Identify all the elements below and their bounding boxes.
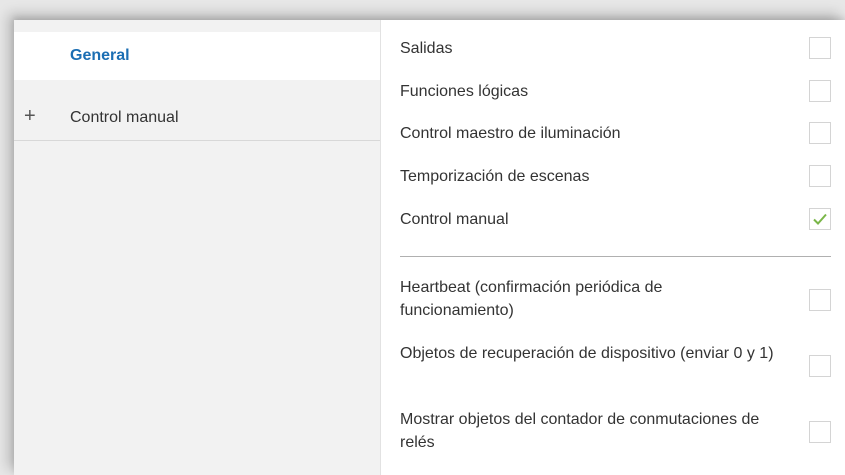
sidebar-item-control-manual[interactable]: + Control manual xyxy=(14,95,380,141)
option-row-salidas: Salidas xyxy=(380,37,845,59)
option-row-heartbeat: Heartbeat (confirmación periódica de fun… xyxy=(380,276,845,324)
options-content: Salidas Funciones lógicas Control maestr… xyxy=(380,20,845,475)
option-row-objetos-recuperacion: Objetos de recuperación de dispositivo (… xyxy=(380,342,845,390)
checkbox-control-manual[interactable] xyxy=(809,208,831,230)
section-divider xyxy=(400,256,831,257)
sidebar-item-label: General xyxy=(70,47,130,64)
checkbox-salidas[interactable] xyxy=(809,37,831,59)
parameters-panel: General + Control manual Salidas Funcion… xyxy=(14,20,845,475)
option-label: Control maestro de iluminación xyxy=(400,125,621,142)
option-label: Heartbeat (confirmación periódica de fun… xyxy=(400,279,663,319)
option-row-control-maestro: Control maestro de iluminación xyxy=(380,122,845,144)
option-label: Salidas xyxy=(400,40,453,57)
sidebar-item-label: Control manual xyxy=(70,108,179,126)
expand-plus-icon[interactable]: + xyxy=(24,105,36,128)
option-label: Objetos de recuperación de dispositivo (… xyxy=(400,345,774,362)
sidebar: General + Control manual xyxy=(14,20,381,475)
option-row-contador-conmutaciones: Mostrar objetos del contador de conmutac… xyxy=(380,408,845,456)
checkbox-control-maestro[interactable] xyxy=(809,122,831,144)
option-label: Control manual xyxy=(400,211,509,228)
checkmark-icon xyxy=(813,213,827,225)
option-row-funciones-logicas: Funciones lógicas xyxy=(380,80,845,102)
option-label: Temporización de escenas xyxy=(400,168,590,185)
checkbox-contador-conmutaciones[interactable] xyxy=(809,421,831,443)
checkbox-funciones-logicas[interactable] xyxy=(809,80,831,102)
option-row-temporizacion: Temporización de escenas xyxy=(380,165,845,187)
checkbox-heartbeat[interactable] xyxy=(809,289,831,311)
sidebar-item-general[interactable]: General xyxy=(14,32,380,80)
option-row-control-manual: Control manual xyxy=(380,208,845,230)
checkbox-objetos-recuperacion[interactable] xyxy=(809,355,831,377)
option-label: Mostrar objetos del contador de conmutac… xyxy=(400,411,760,451)
checkbox-temporizacion[interactable] xyxy=(809,165,831,187)
option-label: Funciones lógicas xyxy=(400,83,529,100)
